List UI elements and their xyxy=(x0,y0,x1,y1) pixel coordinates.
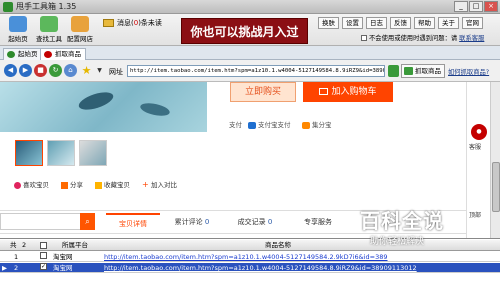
row-checkbox[interactable]: ✓ xyxy=(40,263,47,270)
share-action[interactable]: 分享 xyxy=(61,179,83,189)
product-url-link[interactable]: http://item.taobao.com/item.htm?spm=a1z1… xyxy=(104,252,388,262)
service-icon[interactable]: ● xyxy=(471,124,487,140)
message-notice[interactable]: 消息(0)条未读 xyxy=(103,18,162,28)
favorite-star-icon[interactable]: ★ xyxy=(80,64,93,77)
like-action[interactable]: 喜欢宝贝 xyxy=(14,179,49,189)
close-button[interactable]: × xyxy=(484,1,498,12)
home-button[interactable]: 起始页 xyxy=(4,16,32,43)
tab-service[interactable]: 专享服务 xyxy=(288,213,348,232)
jifenbao-icon xyxy=(302,121,310,129)
product-url-link[interactable]: http://item.taobao.com/item.htm?spm=a1z1… xyxy=(104,263,417,273)
name-column-header: 商品名称 xyxy=(265,241,291,249)
website-button[interactable]: 官网 xyxy=(462,17,483,29)
navigation-bar: ◀ ▶ ■ ↻ ⌂ ★ ▼ 网址 http://item.taobao.com/… xyxy=(0,60,500,82)
buy-now-button[interactable]: 立即购买 xyxy=(230,82,296,102)
home-icon xyxy=(9,16,27,32)
shop-search-input[interactable] xyxy=(0,213,81,230)
back-icon[interactable]: ◀ xyxy=(4,64,17,77)
note-checkbox[interactable] xyxy=(361,35,367,41)
contact-link[interactable]: 联系客服 xyxy=(459,35,484,42)
shop-config-button[interactable]: 配置网店 xyxy=(66,16,94,43)
stop-icon[interactable]: ■ xyxy=(34,64,47,77)
fish-shape xyxy=(76,88,116,114)
browser-tabs: 起始页 抓取商品 xyxy=(0,46,500,60)
grab-icon xyxy=(404,67,413,75)
tab-home[interactable]: 起始页 xyxy=(3,48,43,60)
menu-buttons: 换肤 设置 日志 反馈 帮助 关于 官网 xyxy=(318,17,483,29)
heart-icon xyxy=(14,181,21,189)
back-to-top[interactable]: 顶部 xyxy=(469,210,481,219)
mail-icon xyxy=(103,19,114,27)
feedback-button[interactable]: 反馈 xyxy=(390,17,411,29)
search-tool-icon xyxy=(40,16,58,32)
fish-shape xyxy=(139,101,171,118)
promo-banner[interactable]: 你也可以挑战月入过万! xyxy=(181,18,308,65)
window-controls: _ □ × xyxy=(454,1,498,12)
find-tool-button[interactable]: 查找工具 xyxy=(35,16,63,43)
scroll-thumb[interactable] xyxy=(492,162,500,212)
service-label: 客服 xyxy=(469,144,482,151)
maximize-button[interactable]: □ xyxy=(469,1,483,12)
tab-records[interactable]: 成交记录 0 xyxy=(224,213,286,232)
thumbnail[interactable] xyxy=(15,140,43,166)
tab-grab-product[interactable]: 抓取商品 xyxy=(40,48,86,60)
alipay-option: 支付宝支付 xyxy=(248,119,291,129)
favorite-action[interactable]: 收藏宝贝 xyxy=(95,179,130,189)
tab-details[interactable]: 宝贝详情 xyxy=(106,213,160,232)
payment-label: 支付 xyxy=(229,121,242,129)
app-title: 甩手工具箱 1.35 xyxy=(16,2,77,11)
thumbnail[interactable] xyxy=(47,140,75,166)
grab-icon xyxy=(44,51,52,58)
refresh-icon[interactable]: ↻ xyxy=(49,64,62,77)
alipay-icon xyxy=(248,121,256,129)
table-row[interactable]: ▶ 2 ✓ 淘宝网 http://item.taobao.com/item.ht… xyxy=(0,263,500,273)
thumbnail[interactable] xyxy=(79,140,107,166)
go-button[interactable] xyxy=(388,65,399,77)
chevron-down-icon[interactable]: ▼ xyxy=(93,64,106,77)
select-all-checkbox[interactable] xyxy=(40,242,47,249)
howto-link[interactable]: 如何抓取商品? xyxy=(448,67,489,76)
url-input[interactable]: http://item.taobao.com/item.htm?spm=a1z1… xyxy=(127,65,385,77)
skin-button[interactable]: 换肤 xyxy=(318,17,339,29)
cart-icon xyxy=(319,88,329,95)
home-icon xyxy=(7,51,15,58)
app-icon xyxy=(3,2,13,12)
minimize-button[interactable]: _ xyxy=(454,1,468,12)
home-nav-icon[interactable]: ⌂ xyxy=(64,64,77,77)
plus-icon: + xyxy=(142,179,149,189)
url-label: 网址 xyxy=(109,68,123,76)
share-icon xyxy=(61,181,68,189)
forward-icon[interactable]: ▶ xyxy=(19,64,32,77)
shop-config-icon xyxy=(71,16,89,32)
watermark: 百科全说 助你轻松解决 xyxy=(360,209,444,247)
grab-product-button[interactable]: 抓取商品 xyxy=(401,64,445,78)
row-checkbox[interactable] xyxy=(40,252,47,259)
startup-note: 不会使用或使用时遇到问题：请 联系客服 xyxy=(361,33,484,42)
settings-button[interactable]: 设置 xyxy=(342,17,363,29)
add-to-cart-button[interactable]: 加入购物车 xyxy=(303,82,393,102)
star-icon xyxy=(95,181,102,189)
product-actions: 喜欢宝贝 分享 收藏宝贝 + 加入对比 xyxy=(14,179,177,189)
jifenbao-option: 集分宝 xyxy=(302,119,332,129)
search-icon[interactable]: ⌕ xyxy=(80,213,95,230)
help-button[interactable]: 帮助 xyxy=(414,17,435,29)
compare-action[interactable]: + 加入对比 xyxy=(142,179,177,189)
log-button[interactable]: 日志 xyxy=(366,17,387,29)
tab-reviews[interactable]: 累计评论 0 xyxy=(162,213,222,232)
platform-column-header: 所属平台 xyxy=(62,241,88,249)
page-scrollbar[interactable] xyxy=(490,82,500,238)
title-bar: 甩手工具箱 1.35 _ □ × xyxy=(0,0,500,14)
thumbnail-list xyxy=(15,140,107,166)
product-image xyxy=(0,82,207,132)
about-button[interactable]: 关于 xyxy=(438,17,459,29)
